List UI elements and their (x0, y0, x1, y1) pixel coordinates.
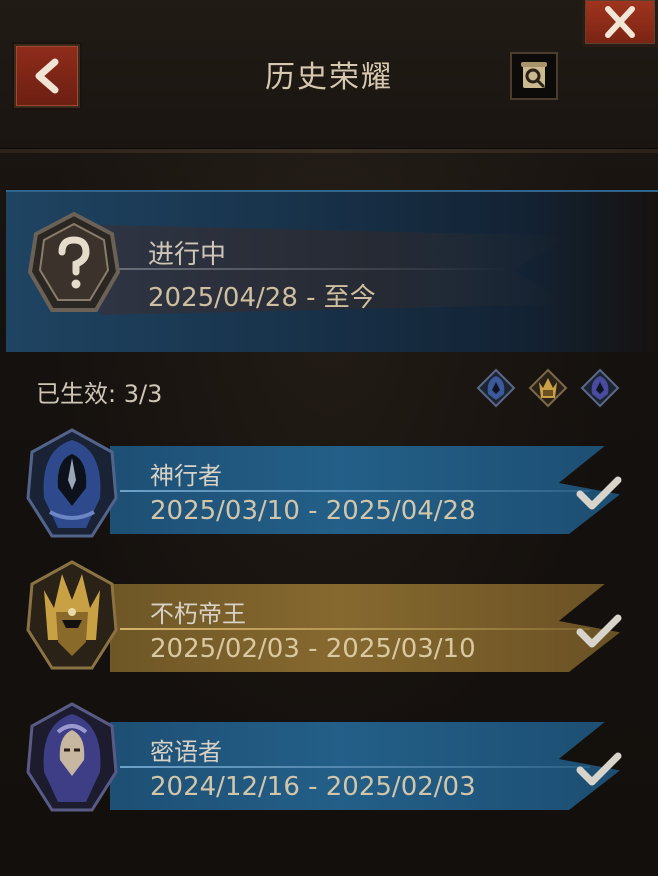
effective-count: 已生效: 3/3 (36, 380, 163, 408)
golden-emperor-portrait-icon (22, 560, 122, 672)
close-button[interactable] (582, 0, 658, 47)
record-date-range: 2025/03/10 - 2025/04/28 (150, 496, 476, 526)
close-icon (605, 6, 635, 38)
gold-crown-icon (528, 368, 568, 408)
chevron-left-icon (35, 58, 59, 94)
page-title: 历史荣耀 (265, 60, 393, 95)
checkmark-icon (574, 750, 622, 790)
record-name: 密语者 (150, 738, 222, 766)
record-name: 不朽帝王 (150, 600, 246, 628)
back-button[interactable] (14, 44, 80, 108)
current-date-range: 2025/04/28 - 至今 (148, 283, 376, 313)
hooded-walker-portrait-icon (22, 428, 122, 540)
record-date-range: 2024/12/16 - 2025/02/03 (150, 772, 476, 802)
current-status: 进行中 (148, 240, 227, 270)
blue-hood-icon (580, 368, 620, 408)
record-date-range: 2025/02/03 - 2025/03/10 (150, 634, 476, 664)
record-name: 神行者 (150, 462, 222, 490)
blue-hood-icon (476, 368, 516, 408)
scroll-search-icon (521, 62, 547, 88)
header-divider (0, 148, 658, 153)
checkmark-icon (574, 612, 622, 652)
checkmark-icon (574, 474, 622, 514)
whisperer-portrait-icon (22, 702, 122, 814)
question-mark-emblem-icon (26, 210, 122, 320)
record-log-button[interactable] (510, 52, 558, 100)
